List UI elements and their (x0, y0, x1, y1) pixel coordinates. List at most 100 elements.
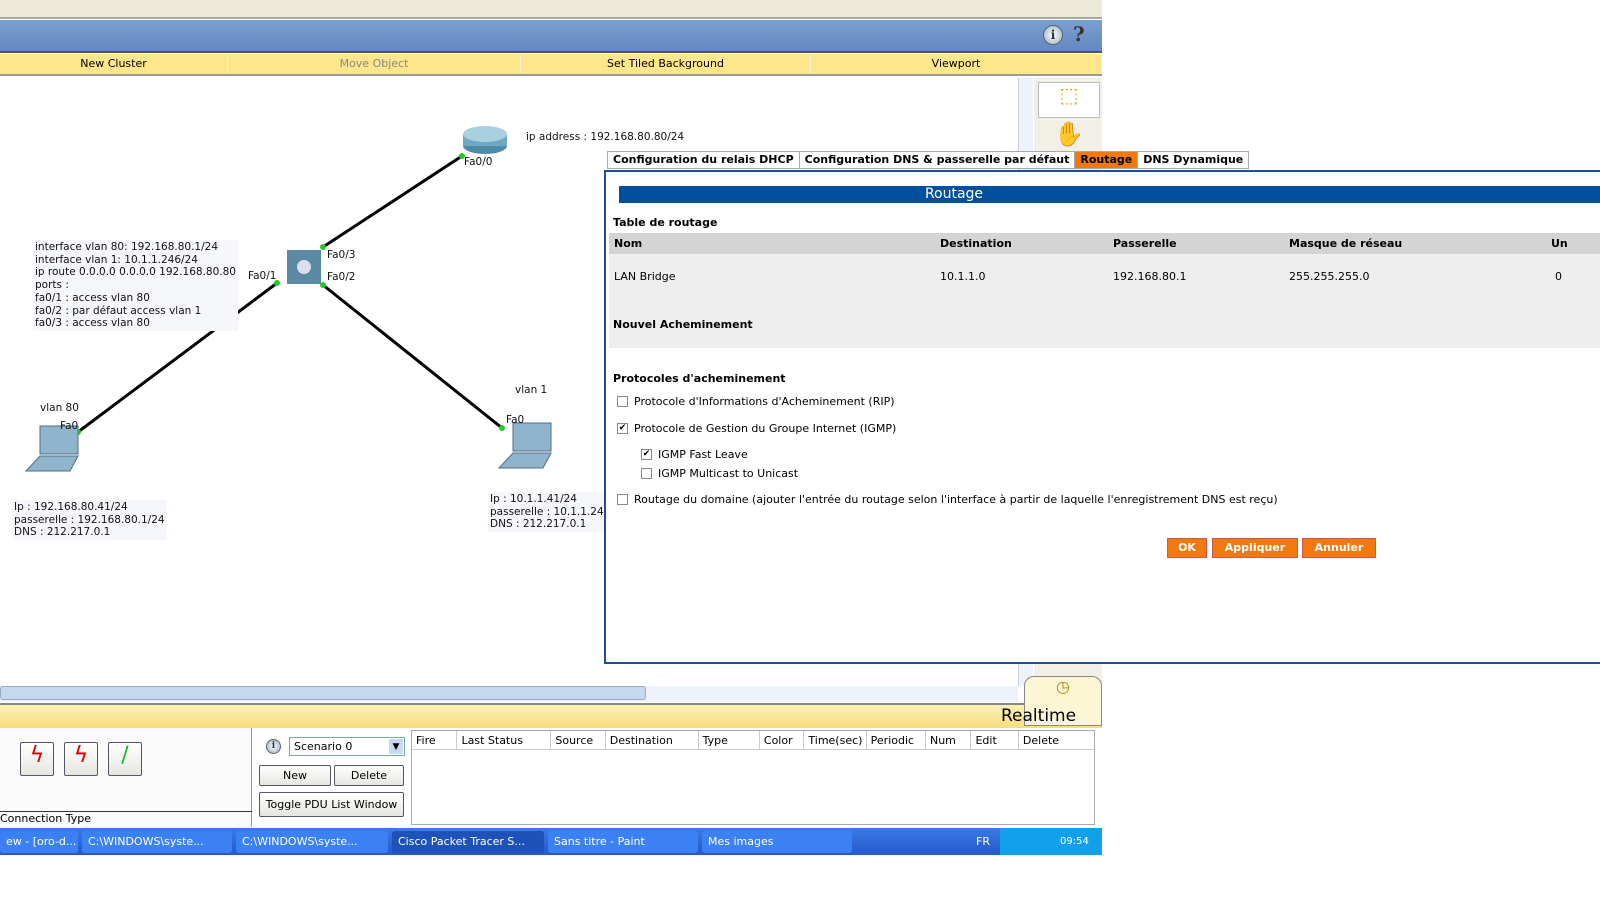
clock-icon: ◷ (1056, 677, 1070, 696)
switch-config-note: interface vlan 80: 192.168.80.1/24 inter… (33, 240, 238, 331)
cell-gateway: 192.168.80.1 (1113, 270, 1187, 283)
pc1-port: Fa0 (60, 420, 79, 432)
connection-type-label: Connection Type (0, 811, 252, 826)
routing-table-header: Nom Destination Passerelle Masque de rés… (609, 233, 1600, 254)
col-source[interactable]: Source (551, 731, 606, 749)
router-label: ip address : 192.168.80.80/24 (526, 131, 685, 143)
select-tool-icon[interactable]: ⬚ (1038, 82, 1100, 118)
switch-port-fa03: Fa0/3 (327, 249, 356, 261)
status-bar (0, 703, 1102, 728)
switch-port-fa02: Fa0/2 (327, 271, 356, 283)
connection-serial-icon[interactable]: ϟ (64, 742, 98, 776)
rip-checkbox[interactable]: Protocole d'Informations d'Acheminement … (617, 395, 895, 408)
igmp-fast-leave-label: IGMP Fast Leave (658, 448, 748, 461)
scenario-select[interactable]: Scenario 0 ▼ (289, 737, 405, 756)
laptop-icon-pc1 (24, 425, 79, 472)
new-cluster-button[interactable]: New Cluster (0, 54, 228, 74)
task-item-active[interactable]: Cisco Packet Tracer S... (392, 830, 544, 853)
domain-routing-checkbox[interactable]: Routage du domaine (ajouter l'entrée du … (617, 493, 1278, 506)
col-delete[interactable]: Delete (1019, 731, 1094, 749)
routing-dialog: Routage Table de routage Nom Destination… (604, 170, 1600, 664)
task-item[interactable]: Sans titre - Paint (548, 830, 698, 853)
cell-un: 0 (1555, 270, 1562, 283)
ok-button[interactable]: OK (1167, 538, 1207, 558)
viewport-button[interactable]: Viewport (811, 54, 1102, 74)
col-fire[interactable]: Fire (412, 731, 458, 749)
apply-button[interactable]: Appliquer (1212, 538, 1298, 558)
col-type[interactable]: Type (699, 731, 760, 749)
task-item[interactable]: C:\WINDOWS\syste... (82, 830, 232, 853)
new-scenario-button[interactable]: New (259, 765, 331, 786)
tab-dns-gateway[interactable]: Configuration DNS & passerelle par défau… (800, 152, 1076, 168)
set-tiled-background-button[interactable]: Set Tiled Background (521, 54, 811, 74)
delete-scenario-button[interactable]: Delete (334, 765, 404, 786)
language-indicator[interactable]: FR (976, 835, 990, 848)
igmp-multicast-checkbox[interactable]: IGMP Multicast to Unicast (641, 467, 798, 480)
info-icon[interactable]: i (1043, 25, 1063, 45)
igmp-multicast-label: IGMP Multicast to Unicast (658, 467, 799, 480)
igmp-fast-leave-checkbox[interactable]: ✔ IGMP Fast Leave (641, 448, 748, 461)
toggle-pdu-list-button[interactable]: Toggle PDU List Window (259, 792, 404, 817)
rip-label: Protocole d'Informations d'Acheminement … (634, 395, 895, 408)
col-edit[interactable]: Edit (971, 731, 1019, 749)
col-un: Un (1551, 237, 1568, 250)
col-color[interactable]: Color (760, 731, 805, 749)
table-row[interactable]: LAN Bridge 10.1.1.0 192.168.80.1 255.255… (609, 254, 1600, 298)
system-tray: 09:54 (1000, 828, 1102, 855)
logical-toolbar: New Cluster Move Object Set Tiled Backgr… (0, 54, 1102, 76)
new-route-section[interactable]: Nouvel Acheminement (609, 298, 1600, 348)
check-icon[interactable]: ✔ (617, 423, 628, 434)
link-router-switch (322, 154, 463, 249)
switch-port-fa01: Fa0/1 (248, 270, 277, 282)
col-name: Nom (614, 237, 643, 250)
realtime-label: Realtime (1001, 706, 1077, 726)
cell-netmask: 255.255.255.0 (1289, 270, 1370, 283)
pc1-label: vlan 80 (40, 402, 79, 414)
checkbox-box[interactable] (641, 468, 652, 479)
move-object-button[interactable]: Move Object (228, 54, 521, 74)
col-time[interactable]: Time(sec) (804, 731, 867, 749)
cancel-button[interactable]: Annuler (1302, 538, 1376, 558)
col-destination: Destination (940, 237, 1012, 250)
cell-destination: 10.1.1.0 (940, 270, 986, 283)
pdu-list-table: Fire Last Status Source Destination Type… (411, 730, 1095, 825)
col-num[interactable]: Num (926, 731, 972, 749)
scenario-info-icon[interactable]: i (266, 739, 281, 754)
hand-tool-icon[interactable]: ✋ (1054, 120, 1084, 148)
tab-dhcp-relay[interactable]: Configuration du relais DHCP (608, 152, 800, 168)
checkbox-box[interactable] (617, 396, 628, 407)
chevron-down-icon[interactable]: ▼ (389, 739, 403, 754)
col-last-status[interactable]: Last Status (457, 731, 552, 749)
taskbar: ew - [oro-d... C:\WINDOWS\syste... C:\WI… (0, 828, 1102, 855)
tab-routing[interactable]: Routage (1075, 152, 1139, 168)
help-icon[interactable]: ? (1073, 22, 1085, 46)
realtime-tab[interactable]: ◷ Realtime (1001, 676, 1102, 726)
pc1-note: Ip : 192.168.80.41/24 passerelle : 192.1… (12, 500, 167, 541)
domain-routing-label: Routage du domaine (ajouter l'entrée du … (634, 493, 1278, 506)
protocols-title: Protocoles d'acheminement (613, 372, 786, 385)
routing-table-title: Table de routage (613, 216, 718, 229)
connection-straight-icon[interactable]: / (108, 742, 142, 776)
checkbox-box[interactable] (617, 494, 628, 505)
laptop-icon-pc2 (497, 422, 552, 469)
dialog-tabs: Configuration du relais DHCP Configurati… (607, 151, 1250, 169)
col-periodic[interactable]: Periodic (867, 731, 926, 749)
main-toolbar: i ? (0, 20, 1102, 53)
check-icon[interactable]: ✔ (641, 449, 652, 460)
pdu-table-header: Fire Last Status Source Destination Type… (412, 731, 1094, 750)
connection-timed-icon[interactable]: ϟ (20, 742, 54, 776)
router-port-label: Fa0/0 (464, 156, 493, 168)
igmp-checkbox[interactable]: ✔ Protocole de Gestion du Groupe Internet… (617, 422, 896, 435)
col-destination[interactable]: Destination (606, 731, 699, 749)
title-strip (0, 0, 1102, 19)
horizontal-scrollbar[interactable] (0, 686, 1018, 702)
task-item[interactable]: C:\WINDOWS\syste... (236, 830, 388, 853)
task-item[interactable]: ew - [oro-d... (0, 830, 78, 853)
scenario-value: Scenario 0 (294, 740, 353, 753)
new-route-label: Nouvel Acheminement (613, 318, 753, 331)
pc2-note: Ip : 10.1.1.41/24 passerelle : 10.1.1.24… (488, 492, 613, 533)
pc2-label: vlan 1 (515, 384, 548, 396)
cell-name: LAN Bridge (614, 270, 676, 283)
task-item[interactable]: Mes images (702, 830, 852, 853)
tab-dynamic-dns[interactable]: DNS Dynamique (1138, 152, 1248, 168)
